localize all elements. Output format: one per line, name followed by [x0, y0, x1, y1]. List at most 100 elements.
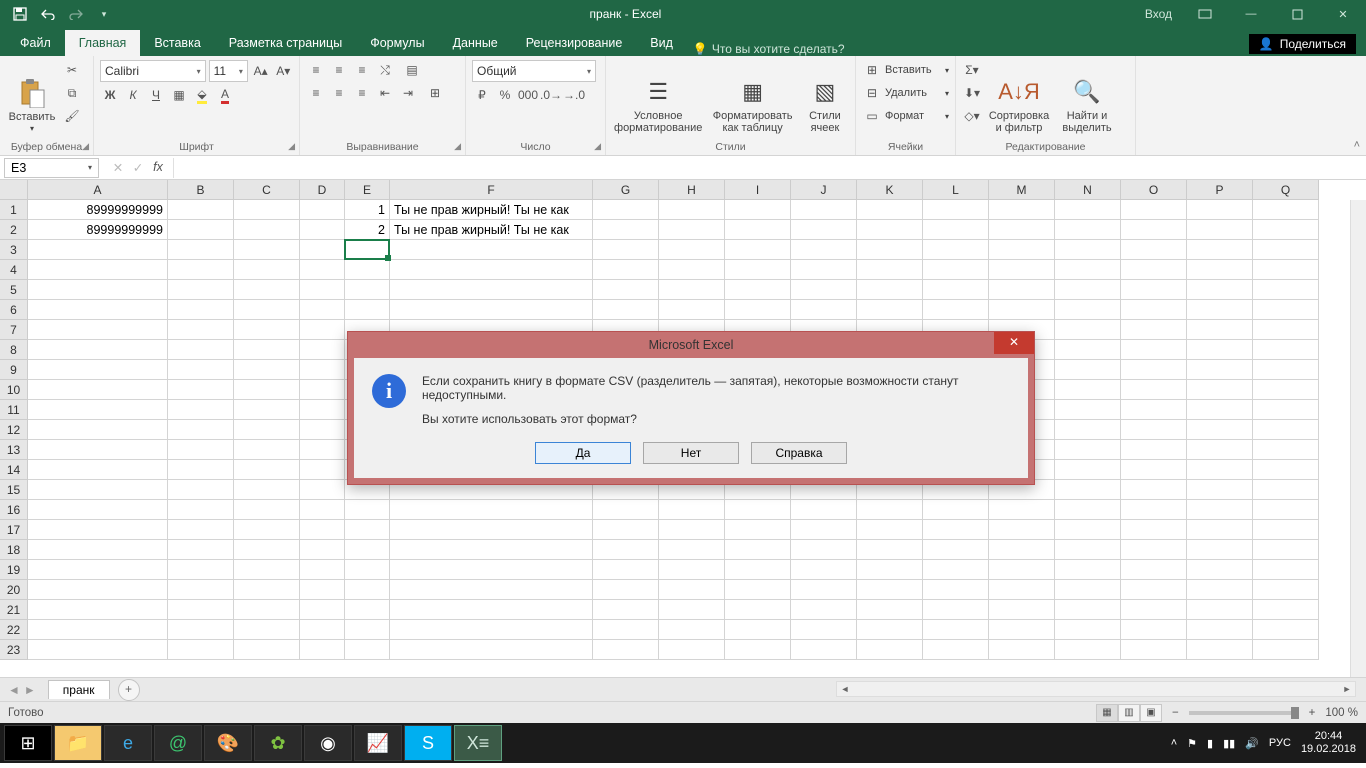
task-chrome[interactable]: ◉: [304, 725, 352, 761]
scroll-right-icon[interactable]: ►: [1339, 682, 1355, 696]
cell-M17[interactable]: [989, 520, 1055, 540]
scroll-left-icon[interactable]: ◄: [837, 682, 853, 696]
cell-K4[interactable]: [857, 260, 923, 280]
cell-A23[interactable]: [28, 640, 168, 660]
cell-P17[interactable]: [1187, 520, 1253, 540]
cell-D21[interactable]: [300, 600, 345, 620]
wrap-text-icon[interactable]: ▤: [398, 60, 426, 80]
cell-Q21[interactable]: [1253, 600, 1319, 620]
align-left-icon[interactable]: ≡: [306, 83, 326, 103]
cell-D5[interactable]: [300, 280, 345, 300]
row-header-4[interactable]: 4: [0, 260, 28, 280]
cell-N11[interactable]: [1055, 400, 1121, 420]
redo-icon[interactable]: [64, 3, 88, 25]
cell-N2[interactable]: [1055, 220, 1121, 240]
col-header-A[interactable]: A: [28, 180, 168, 200]
col-header-L[interactable]: L: [923, 180, 989, 200]
cell-J17[interactable]: [791, 520, 857, 540]
cell-G2[interactable]: [593, 220, 659, 240]
tray-clock[interactable]: 20:44 19.02.2018: [1301, 730, 1356, 756]
dialog-launcher-icon[interactable]: ◢: [594, 141, 601, 152]
cell-D15[interactable]: [300, 480, 345, 500]
cell-N1[interactable]: [1055, 200, 1121, 220]
row-header-14[interactable]: 14: [0, 460, 28, 480]
tray-volume-icon[interactable]: 🔊: [1245, 737, 1259, 750]
cell-F3[interactable]: [390, 240, 593, 260]
cell-O7[interactable]: [1121, 320, 1187, 340]
grow-font-icon[interactable]: A▴: [251, 61, 271, 81]
cell-N13[interactable]: [1055, 440, 1121, 460]
cell-O13[interactable]: [1121, 440, 1187, 460]
cell-Q4[interactable]: [1253, 260, 1319, 280]
row-header-23[interactable]: 23: [0, 640, 28, 660]
cell-D10[interactable]: [300, 380, 345, 400]
cell-M4[interactable]: [989, 260, 1055, 280]
cell-F17[interactable]: [390, 520, 593, 540]
cell-B20[interactable]: [168, 580, 234, 600]
cell-F2[interactable]: Ты не прав жирный! Ты не как: [390, 220, 593, 240]
cell-E20[interactable]: [345, 580, 390, 600]
cell-B15[interactable]: [168, 480, 234, 500]
cell-A18[interactable]: [28, 540, 168, 560]
row-header-8[interactable]: 8: [0, 340, 28, 360]
cell-G21[interactable]: [593, 600, 659, 620]
cell-O22[interactable]: [1121, 620, 1187, 640]
zoom-slider-thumb[interactable]: [1291, 707, 1299, 719]
cell-Q10[interactable]: [1253, 380, 1319, 400]
cell-D12[interactable]: [300, 420, 345, 440]
col-header-G[interactable]: G: [593, 180, 659, 200]
cell-C21[interactable]: [234, 600, 300, 620]
task-mail[interactable]: @: [154, 725, 202, 761]
cell-P7[interactable]: [1187, 320, 1253, 340]
cancel-formula-icon[interactable]: ✕: [109, 160, 127, 175]
cell-I3[interactable]: [725, 240, 791, 260]
nav-next-icon[interactable]: ►: [24, 683, 36, 697]
cell-P1[interactable]: [1187, 200, 1253, 220]
cell-O14[interactable]: [1121, 460, 1187, 480]
cell-E17[interactable]: [345, 520, 390, 540]
cell-A14[interactable]: [28, 460, 168, 480]
conditional-format-button[interactable]: ☰Условное форматирование: [612, 60, 704, 134]
fx-icon[interactable]: fx: [149, 160, 167, 175]
cell-F18[interactable]: [390, 540, 593, 560]
font-size-combo[interactable]: 11▾: [209, 60, 248, 82]
cell-E23[interactable]: [345, 640, 390, 660]
col-header-N[interactable]: N: [1055, 180, 1121, 200]
col-header-M[interactable]: M: [989, 180, 1055, 200]
cell-A3[interactable]: [28, 240, 168, 260]
cell-N16[interactable]: [1055, 500, 1121, 520]
cell-F21[interactable]: [390, 600, 593, 620]
row-header-19[interactable]: 19: [0, 560, 28, 580]
cell-P15[interactable]: [1187, 480, 1253, 500]
formula-input[interactable]: [173, 158, 1366, 178]
cell-C3[interactable]: [234, 240, 300, 260]
cell-H4[interactable]: [659, 260, 725, 280]
tab-file[interactable]: Файл: [6, 30, 65, 56]
cell-O10[interactable]: [1121, 380, 1187, 400]
align-bottom-icon[interactable]: ≡: [352, 60, 372, 80]
tab-home[interactable]: Главная: [65, 30, 141, 56]
cell-I20[interactable]: [725, 580, 791, 600]
cell-J5[interactable]: [791, 280, 857, 300]
cell-A7[interactable]: [28, 320, 168, 340]
cell-L4[interactable]: [923, 260, 989, 280]
dialog-launcher-icon[interactable]: ◢: [288, 141, 295, 152]
cell-J4[interactable]: [791, 260, 857, 280]
row-header-22[interactable]: 22: [0, 620, 28, 640]
row-header-21[interactable]: 21: [0, 600, 28, 620]
cell-O16[interactable]: [1121, 500, 1187, 520]
cell-Q19[interactable]: [1253, 560, 1319, 580]
cell-F5[interactable]: [390, 280, 593, 300]
cell-K5[interactable]: [857, 280, 923, 300]
cell-F20[interactable]: [390, 580, 593, 600]
tray-lang[interactable]: РУС: [1269, 737, 1291, 749]
cell-N15[interactable]: [1055, 480, 1121, 500]
cell-N5[interactable]: [1055, 280, 1121, 300]
cell-E22[interactable]: [345, 620, 390, 640]
cell-C13[interactable]: [234, 440, 300, 460]
task-excel[interactable]: X≡: [454, 725, 502, 761]
merge-icon[interactable]: ⊞: [421, 83, 449, 103]
cell-O9[interactable]: [1121, 360, 1187, 380]
font-name-combo[interactable]: Calibri▾: [100, 60, 206, 82]
row-header-16[interactable]: 16: [0, 500, 28, 520]
